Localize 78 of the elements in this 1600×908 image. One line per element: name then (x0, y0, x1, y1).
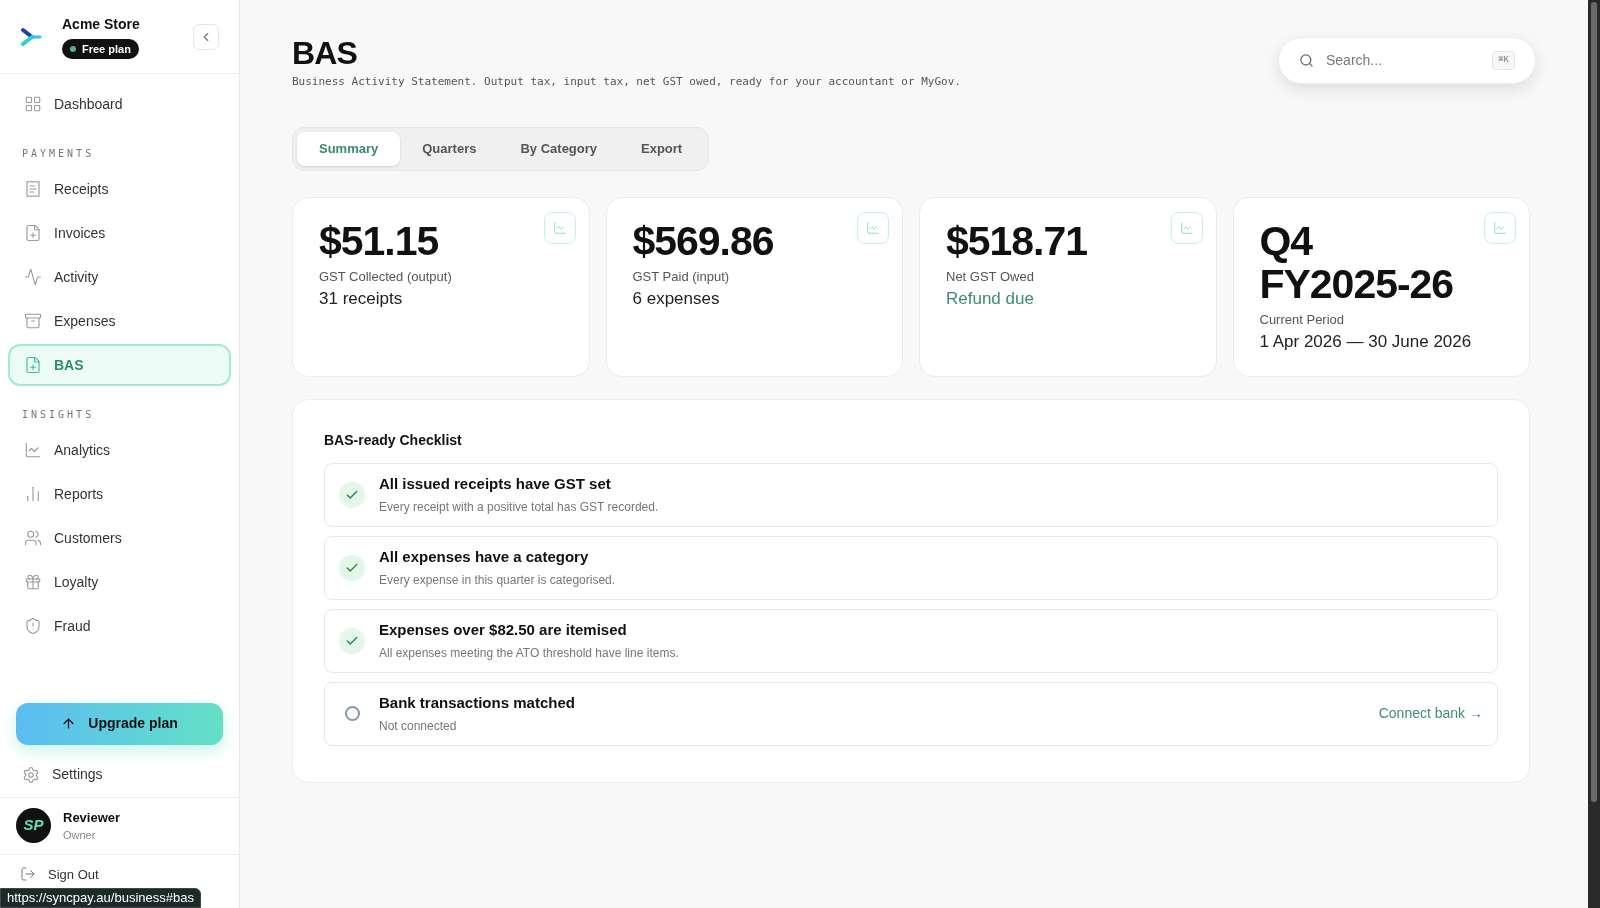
line-chart-icon (1493, 220, 1507, 235)
settings-link[interactable]: Settings (16, 752, 223, 797)
upgrade-button[interactable]: Upgrade plan (16, 702, 223, 745)
users-icon (24, 529, 42, 547)
nav-item[interactable]: Reports (8, 473, 231, 515)
checklist-item-title: Expenses over $82.50 are itemised (379, 619, 628, 640)
collapse-button[interactable] (193, 23, 219, 50)
stat-value: $518.71 (946, 219, 1088, 263)
nav-item[interactable]: Receipts (8, 168, 231, 210)
checklist-item-title: All issued receipts have GST set (379, 473, 612, 494)
line-chart-icon (24, 441, 42, 459)
store-name: Acme Store (62, 14, 140, 34)
shield-icon (24, 617, 42, 635)
checklist-item-note: Every receipt with a positive total has GST recorded. (379, 499, 660, 517)
stat-label: GST Paid (input) (632, 267, 731, 286)
stat-detail: Refund due (946, 288, 1035, 310)
user-role: Owner (63, 828, 97, 843)
tab[interactable]: Summary (297, 131, 401, 166)
search-input[interactable]: Search... (1326, 50, 1481, 71)
nav-item[interactable]: Loyalty (8, 561, 231, 603)
stat-label: GST Collected (output) (319, 267, 453, 286)
checklist-item-title: All expenses have a category (379, 546, 590, 567)
tab[interactable]: Export (619, 131, 705, 166)
chart-icon-button[interactable] (1484, 211, 1516, 244)
scrollbar[interactable] (1588, 0, 1600, 908)
nav-item[interactable]: Dashboard (8, 83, 231, 125)
stat-label: Current Period (1259, 310, 1346, 329)
stat-detail: 1 Apr 2026 — 30 June 2026 (1259, 331, 1473, 353)
checklist-title: BAS-ready Checklist (324, 430, 463, 450)
nav-item[interactable]: Activity (8, 256, 231, 298)
line-chart-icon (1179, 220, 1194, 235)
line-chart-icon (866, 220, 880, 235)
bar-chart-icon (24, 485, 42, 503)
receipt-icon (24, 180, 42, 198)
nav-item[interactable]: Invoices (8, 212, 231, 254)
stat-detail: 31 receipts (319, 288, 404, 310)
nav-item[interactable]: Analytics (8, 429, 231, 471)
shortcut-key: ⌘K (1492, 50, 1515, 71)
sign-out-link[interactable]: Sign Out (0, 864, 239, 884)
stat-label: Net GST Owed (946, 267, 1035, 286)
checklist-item-note: Every expense in this quarter is categorised. (379, 572, 617, 590)
page-subtitle: Business Activity Statement. Output tax, input tax, net GST owed, ready for your accountant or MyGov. (292, 74, 961, 90)
nav-item[interactable]: Fraud (8, 605, 231, 647)
tray-icon (24, 312, 42, 330)
nav-item[interactable]: BAS (8, 344, 231, 386)
chart-icon-button[interactable] (857, 211, 889, 244)
chart-icon-button[interactable] (1170, 211, 1203, 244)
grid-icon (24, 95, 42, 113)
stat-value: $51.15 (319, 219, 439, 263)
file-plus-icon (24, 224, 42, 242)
settings-icon (22, 765, 40, 784)
section-label: INSIGHTS (21, 408, 96, 422)
search-icon (1299, 53, 1314, 68)
pulse-icon (24, 268, 42, 286)
logo-icon (20, 26, 42, 47)
stat-value: $569.86 (632, 219, 774, 263)
connect-bank-link[interactable]: Connect bank → (1378, 703, 1483, 724)
sign-out-icon (20, 866, 36, 883)
gift-icon (24, 573, 42, 591)
stat-detail: 6 expenses (632, 288, 721, 310)
checklist-item-note: All expenses meeting the ATO threshold have line items. (379, 645, 680, 663)
checklist-item-title: Bank transactions matched (379, 692, 576, 713)
page-title: BAS (292, 34, 359, 72)
user-name: Reviewer (63, 808, 121, 827)
avatar: SP (16, 808, 51, 843)
nav-item[interactable]: Expenses (8, 300, 231, 342)
url-status-tooltip: https://syncpay.au/business#bas (0, 888, 201, 908)
file-plus-icon (24, 356, 42, 374)
chart-icon-button[interactable] (543, 211, 576, 244)
plan-badge: Free plan (62, 38, 139, 60)
tab[interactable]: Quarters (400, 131, 499, 166)
nav-item[interactable]: Customers (8, 517, 231, 559)
section-label: PAYMENTS (21, 147, 96, 161)
tab[interactable]: By Category (498, 131, 620, 166)
checklist-item-note: Not connected (379, 718, 458, 736)
search-field[interactable]: Search... ⌘K (1278, 37, 1536, 84)
line-chart-icon (552, 220, 567, 235)
stat-value: Q4 FY2025-26 (1259, 219, 1455, 306)
